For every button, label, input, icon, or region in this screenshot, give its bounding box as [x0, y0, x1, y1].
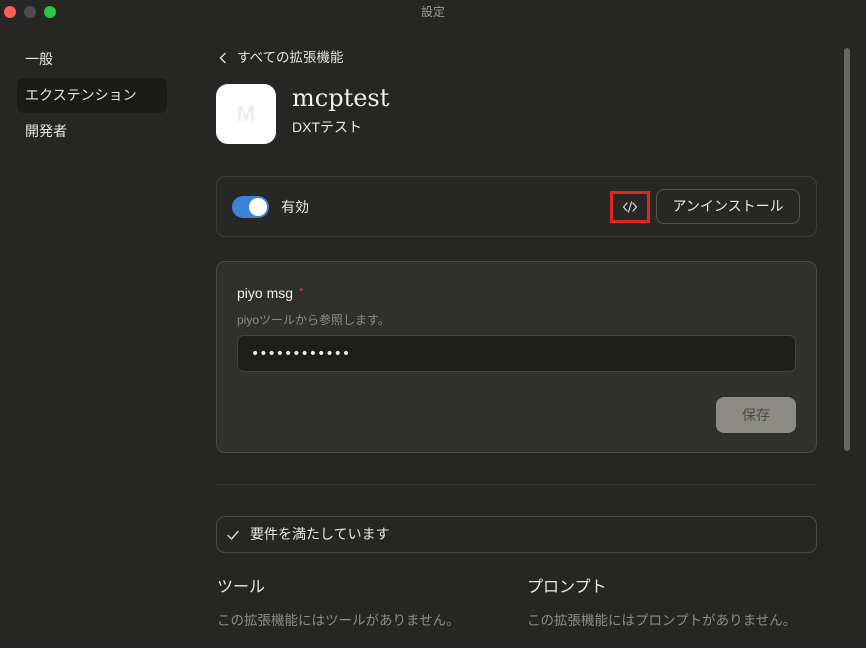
extension-icon: M: [216, 84, 276, 144]
requirements-row: 要件を満たしています: [216, 516, 817, 553]
field-label-text: piyo msg: [237, 285, 294, 301]
piyo-msg-input[interactable]: [237, 335, 796, 372]
chevron-left-icon: [219, 52, 226, 64]
prompts-title: プロンプト: [527, 579, 607, 596]
tools-empty-text: この拡張機能にはツールがありません。: [217, 613, 460, 628]
window-title: 設定: [420, 5, 445, 19]
tools-title: ツール: [217, 579, 266, 596]
back-link[interactable]: すべての拡張機能: [214, 47, 364, 69]
prompts-empty-text: この拡張機能にはプロンプトがありません。: [527, 613, 797, 628]
field-help-text: piyoツールから参照します。: [237, 313, 390, 327]
scrollbar-thumb[interactable]: [844, 48, 850, 451]
required-marker: *: [299, 286, 304, 298]
extension-icon-letter: M: [236, 101, 256, 126]
field-label-piyo-msg: piyo msg *: [237, 283, 303, 305]
code-icon: [622, 201, 638, 213]
enable-toggle-label: 有効: [281, 199, 309, 215]
sidebar-item-general[interactable]: 一般: [17, 42, 167, 77]
uninstall-button[interactable]: アンインストール: [656, 189, 800, 224]
toggle-knob: [249, 198, 267, 216]
sidebar-item-developer[interactable]: 開発者: [17, 114, 167, 149]
save-button[interactable]: 保存: [716, 397, 796, 433]
extension-status-card: 有効 アンインストール: [216, 176, 817, 237]
extension-name: mcptest: [292, 84, 390, 112]
extension-subtitle: DXTテスト: [292, 119, 362, 135]
requirements-text: 要件を満たしています: [250, 526, 390, 542]
view-code-button[interactable]: [610, 191, 650, 223]
config-card: piyo msg * piyoツールから参照します。 保存: [216, 261, 817, 453]
enable-toggle[interactable]: [232, 196, 269, 218]
divider: [216, 484, 817, 485]
check-icon: [227, 530, 239, 540]
sidebar-item-extensions[interactable]: エクステンション: [17, 78, 167, 113]
back-link-label: すべての拡張機能: [237, 50, 344, 65]
